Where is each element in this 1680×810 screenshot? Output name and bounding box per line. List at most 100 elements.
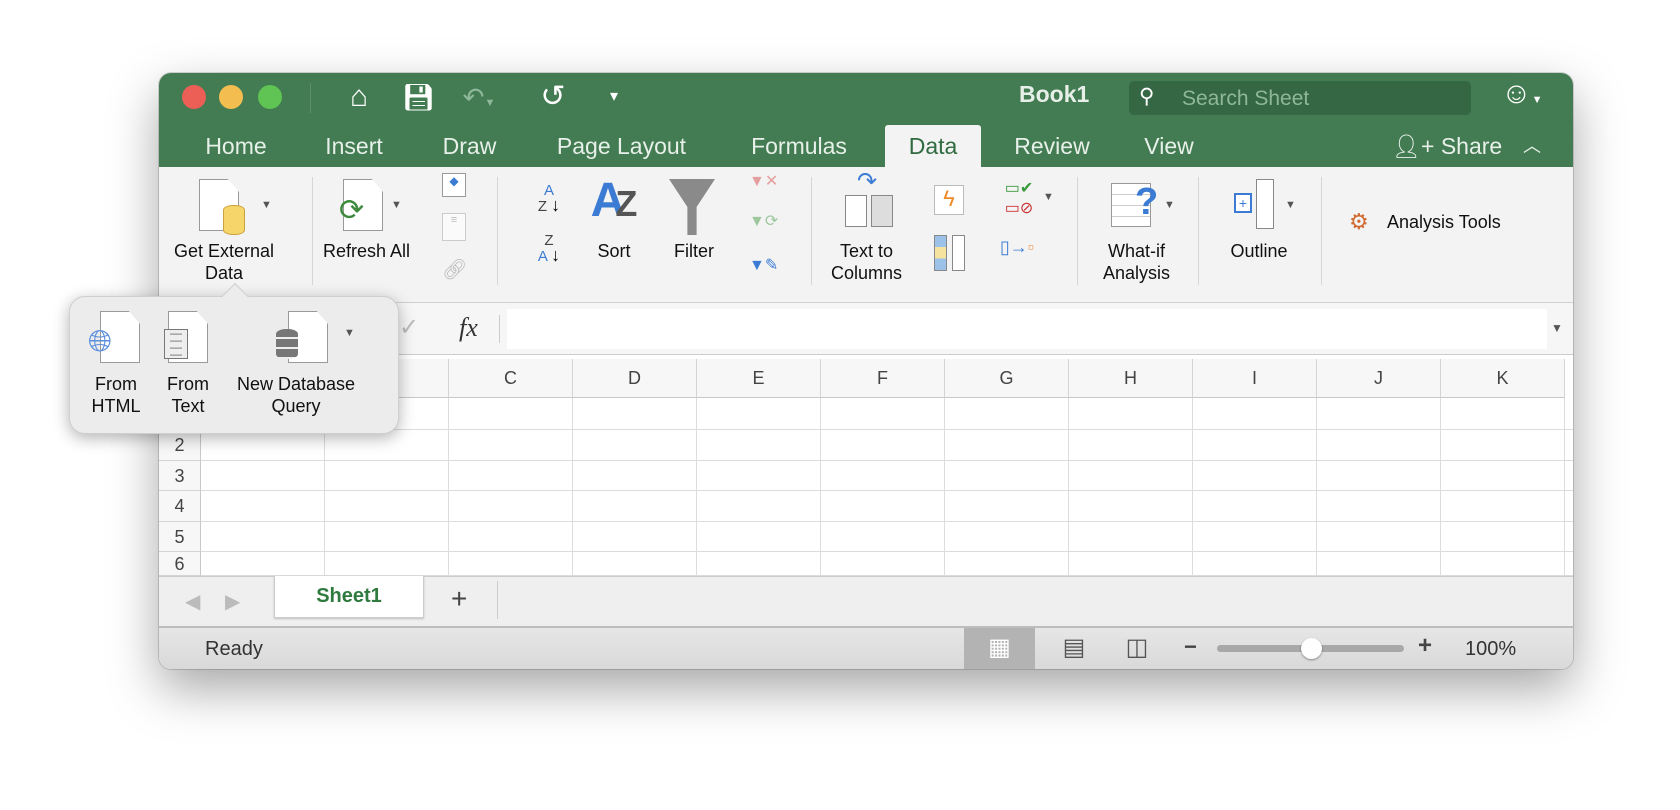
row-header-3[interactable]: 3 <box>159 461 201 491</box>
column-header-e[interactable]: E <box>697 359 821 398</box>
table-row[interactable] <box>201 398 1573 430</box>
sort-button[interactable]: Sort <box>584 240 644 262</box>
next-sheet-icon[interactable]: ▶ <box>225 589 240 614</box>
analysis-tools-button[interactable]: Analysis Tools <box>1387 211 1501 233</box>
column-header-c[interactable]: C <box>449 359 573 398</box>
search-icon: ⚲ <box>1139 85 1155 108</box>
tab-page-layout[interactable]: Page Layout <box>544 125 699 167</box>
new-database-query-button[interactable]: ▼ New Database Query <box>226 311 396 429</box>
tab-formulas[interactable]: Formulas <box>729 125 869 167</box>
chevron-down-icon[interactable]: ▼ <box>261 199 272 211</box>
chevron-down-icon[interactable]: ▼ <box>1285 199 1296 211</box>
chevron-down-icon[interactable]: ▼ <box>1164 199 1175 211</box>
account-smiley-icon[interactable]: ☺▼ <box>1501 77 1543 111</box>
chevron-down-icon[interactable]: ▼ <box>1043 191 1054 203</box>
sort-a-to-z-button[interactable]: AZ ↓ <box>529 183 569 214</box>
sort-z-to-a-button[interactable]: ZA ↓ <box>529 233 569 264</box>
filter-icon[interactable] <box>669 179 715 235</box>
column-header-i[interactable]: I <box>1193 359 1317 398</box>
advanced-filter-icon[interactable]: ▼✎ <box>749 255 778 275</box>
get-external-data-icon[interactable] <box>199 179 247 235</box>
enter-checkmark-icon[interactable]: ✓ <box>399 313 419 342</box>
redo-icon[interactable]: ↺ <box>535 79 571 115</box>
page-layout-view-button[interactable]: ▤ <box>1054 628 1094 669</box>
normal-view-button[interactable]: ▦ <box>964 628 1035 669</box>
search-sheet-input[interactable]: ⚲ Search Sheet <box>1129 81 1471 115</box>
get-external-data-popover: 🌐︎ From HTML — — — — From Text ▼ New Databa… <box>69 282 399 434</box>
table-row[interactable] <box>201 491 1573 522</box>
what-if-analysis-icon[interactable]: ? <box>1111 179 1161 231</box>
title-bar: ⌂ 💾︎ ↶▼ ↺ ▾ Book1 ⚲ Search Sheet ☺▼ Home… <box>159 73 1573 167</box>
outline-icon[interactable]: + <box>1234 179 1278 233</box>
refresh-all-button[interactable]: Refresh All <box>319 240 414 262</box>
column-gridline <box>1068 398 1069 576</box>
customize-toolbar-icon[interactable]: ▾ <box>599 79 629 115</box>
table-row[interactable] <box>201 522 1573 552</box>
table-row[interactable] <box>201 552 1573 576</box>
row-header-5[interactable]: 5 <box>159 522 201 552</box>
chevron-down-icon[interactable]: ▼ <box>344 327 355 339</box>
sheet-tab-sheet1[interactable]: Sheet1 <box>274 576 424 618</box>
table-row[interactable] <box>201 461 1573 491</box>
home-icon[interactable]: ⌂ <box>341 79 377 115</box>
row-header-6[interactable]: 6 <box>159 552 201 576</box>
consolidate-icon[interactable]: ▯→▫ <box>997 237 1037 258</box>
column-gridline <box>1564 398 1565 576</box>
filter-button[interactable]: Filter <box>659 240 729 262</box>
tab-insert[interactable]: Insert <box>304 125 404 167</box>
column-header-k[interactable]: K <box>1441 359 1565 398</box>
status-text: Ready <box>205 638 263 660</box>
save-icon[interactable]: 💾︎ <box>402 79 435 115</box>
column-header-d[interactable]: D <box>573 359 697 398</box>
tab-draw[interactable]: Draw <box>422 125 517 167</box>
zoom-in-button[interactable]: + <box>1418 632 1432 660</box>
column-gridline <box>1316 398 1317 576</box>
column-header-f[interactable]: F <box>821 359 945 398</box>
what-if-analysis-button[interactable]: What-if Analysis <box>1084 240 1189 284</box>
formula-input[interactable] <box>507 309 1547 349</box>
window-title: Book1 <box>1019 81 1090 107</box>
zoom-percentage[interactable]: 100% <box>1465 638 1516 661</box>
text-document-icon: — — — — <box>164 327 188 360</box>
from-html-button[interactable]: 🌐︎ From HTML <box>82 311 150 429</box>
tab-view[interactable]: View <box>1124 125 1214 167</box>
previous-sheet-icon[interactable]: ◀ <box>185 589 200 614</box>
get-external-data-button[interactable]: Get External Data <box>159 240 289 284</box>
share-button[interactable]: 👤︎+ Share <box>1387 125 1507 167</box>
zoom-button[interactable] <box>258 85 282 109</box>
outline-button[interactable]: Outline <box>1219 240 1299 262</box>
flash-fill-icon[interactable]: ϟ <box>934 185 964 215</box>
collapse-ribbon-icon[interactable]: ︿ <box>1517 125 1547 167</box>
column-header-g[interactable]: G <box>945 359 1069 398</box>
data-validation-icon[interactable]: ▭✔ ▭⊘ <box>997 179 1041 219</box>
zoom-slider-thumb[interactable] <box>1300 638 1322 659</box>
tab-data[interactable]: Data <box>885 125 981 167</box>
page-break-view-button[interactable]: ◫ <box>1117 628 1157 669</box>
clear-filter-icon: ▼✕ <box>749 173 779 190</box>
minimize-button[interactable] <box>219 85 243 109</box>
chevron-down-icon[interactable]: ▼ <box>391 199 402 211</box>
from-text-button[interactable]: — — — — From Text <box>158 311 218 429</box>
row-header-4[interactable]: 4 <box>159 491 201 522</box>
remove-duplicates-icon[interactable] <box>934 235 966 271</box>
zoom-out-button[interactable]: − <box>1184 634 1197 660</box>
tab-home[interactable]: Home <box>181 125 291 167</box>
expand-formula-bar-icon[interactable]: ▼ <box>1551 321 1563 335</box>
tab-review[interactable]: Review <box>997 125 1107 167</box>
properties-icon: ≡ <box>442 213 466 241</box>
fx-icon[interactable]: fx <box>459 313 478 343</box>
refresh-all-icon[interactable]: ⟳ <box>339 179 383 235</box>
sort-icon[interactable]: AZ <box>589 173 639 232</box>
add-sheet-button[interactable]: + <box>451 583 467 615</box>
close-button[interactable] <box>182 85 206 109</box>
column-header-j[interactable]: J <box>1317 359 1441 398</box>
zoom-slider[interactable] <box>1217 638 1404 659</box>
row-header-2[interactable]: 2 <box>159 430 201 461</box>
column-header-h[interactable]: H <box>1069 359 1193 398</box>
text-to-columns-button[interactable]: Text to Columns <box>814 240 919 284</box>
text-to-columns-icon[interactable]: ↷ <box>845 168 897 233</box>
column-gridline <box>572 398 573 576</box>
connections-icon[interactable]: ◆ <box>442 173 466 197</box>
table-row[interactable] <box>201 430 1573 461</box>
undo-icon[interactable]: ↶▼ <box>459 79 499 121</box>
